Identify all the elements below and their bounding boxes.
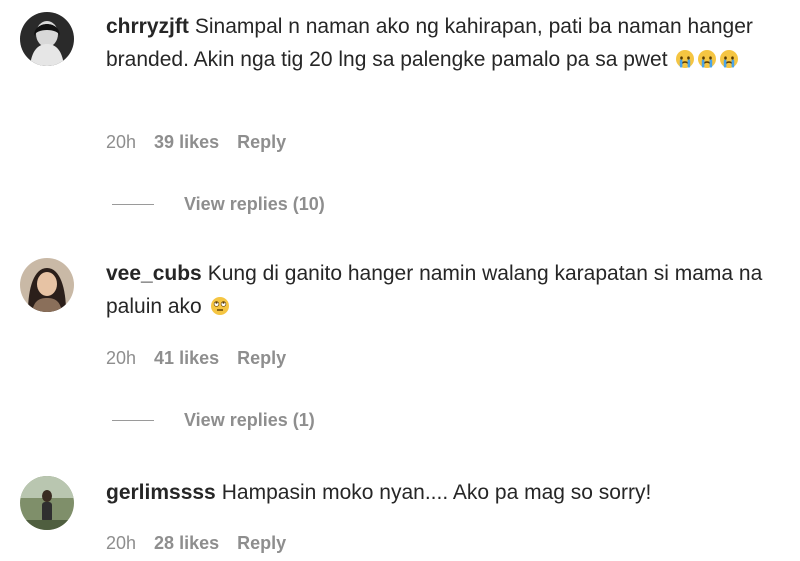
comment-username[interactable]: vee_cubs — [106, 262, 202, 285]
reply-button[interactable]: Reply — [237, 533, 286, 554]
comment-username[interactable]: gerlimssss — [106, 481, 216, 504]
avatar[interactable] — [20, 12, 74, 66]
view-replies[interactable]: View replies (10) — [112, 194, 325, 215]
comment-time: 20h — [106, 533, 137, 553]
reply-button[interactable]: Reply — [237, 348, 286, 369]
eye-roll-face-icon — [210, 296, 230, 316]
crying-face-icon — [675, 49, 695, 69]
crying-face-icon — [697, 49, 717, 69]
likes-count[interactable]: 28 likes — [154, 533, 219, 554]
comment-body: Kung di ganito hanger namin walang karap… — [106, 262, 763, 318]
crying-face-icon — [719, 49, 739, 69]
comment-meta: 20h 39 likes Reply — [106, 132, 286, 153]
view-replies-label[interactable]: View replies (10) — [184, 194, 325, 215]
avatar[interactable] — [20, 258, 74, 312]
view-replies-label[interactable]: View replies (1) — [184, 410, 315, 431]
comment-text: vee_cubs Kung di ganito hanger namin wala… — [106, 257, 786, 323]
comment-time: 20h — [106, 348, 137, 368]
comment-meta: 20h 41 likes Reply — [106, 348, 286, 369]
comment-text: chrryzjft Sinampal n naman ako ng kahirap… — [106, 10, 786, 76]
likes-count[interactable]: 39 likes — [154, 132, 219, 153]
comment-time: 20h — [106, 132, 137, 152]
reply-button[interactable]: Reply — [237, 132, 286, 153]
comment-username[interactable]: chrryzjft — [106, 15, 189, 38]
divider — [112, 204, 154, 205]
comment-text: gerlimssss Hampasin moko nyan.... Ako pa … — [106, 476, 786, 509]
comment-body: Sinampal n naman ako ng kahirapan, pati … — [106, 15, 753, 71]
divider — [112, 420, 154, 421]
avatar[interactable] — [20, 476, 74, 530]
view-replies[interactable]: View replies (1) — [112, 410, 315, 431]
likes-count[interactable]: 41 likes — [154, 348, 219, 369]
comment-meta: 20h 28 likes Reply — [106, 533, 286, 554]
comment-body: Hampasin moko nyan.... Ako pa mag so sor… — [221, 481, 652, 504]
